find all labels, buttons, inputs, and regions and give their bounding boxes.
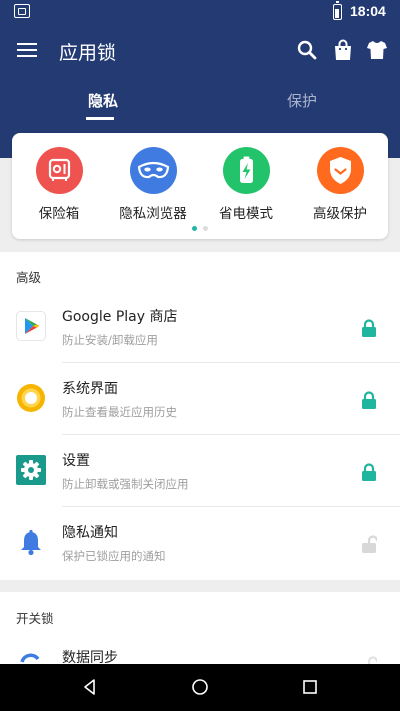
mask-icon (129, 147, 177, 194)
lock-closed-icon[interactable] (361, 319, 377, 337)
feature-private-browser[interactable]: 隐私浏览器 (108, 147, 198, 222)
item-title: 隐私通知 (62, 525, 118, 541)
item-subtitle: 防止查看最近应用历史 (62, 405, 177, 419)
shield-icon (316, 147, 364, 194)
feature-card: 保险箱 隐私浏览器 省电模式 高级保护 (12, 133, 388, 239)
system-ui-icon (16, 383, 46, 413)
feature-label: 省电模式 (219, 206, 273, 222)
active-tab-indicator (86, 117, 114, 120)
section-header: 高级 (16, 270, 42, 285)
feature-label: 高级保护 (313, 206, 367, 222)
divider (62, 362, 400, 363)
list-item[interactable]: 系统界面 防止查看最近应用历史 (0, 364, 400, 436)
search-icon[interactable] (295, 38, 319, 62)
screenshot-icon (14, 4, 30, 18)
navigation-bar (0, 664, 400, 711)
item-title: Google Play 商店 (62, 309, 178, 325)
bell-icon (16, 527, 46, 557)
divider (62, 506, 400, 507)
advanced-section: 高级 Google Play 商店 防止安装/卸载应用 系统界面 防止查看最近应… (0, 252, 400, 580)
feature-power-saving[interactable]: 省电模式 (201, 147, 291, 222)
tab-bar: 隐私 保护 (0, 84, 400, 124)
item-subtitle: 防止卸载或强制关闭应用 (62, 477, 189, 491)
settings-icon (16, 455, 46, 485)
switch-lock-section: 开关锁 数据同步 (0, 592, 400, 664)
item-subtitle: 保护已锁应用的通知 (62, 549, 166, 563)
divider (62, 434, 400, 435)
list-item[interactable]: Google Play 商店 防止安装/卸载应用 (0, 292, 400, 364)
page-title: 应用锁 (59, 42, 117, 64)
battery-icon (333, 1, 342, 20)
lock-closed-icon[interactable] (361, 391, 377, 409)
item-title: 设置 (62, 453, 90, 469)
menu-icon[interactable] (17, 43, 37, 57)
list-item[interactable]: 设置 防止卸载或强制关闭应用 (0, 436, 400, 508)
lock-closed-icon[interactable] (361, 463, 377, 481)
status-bar: 18:04 (0, 0, 400, 24)
shopping-bag-icon[interactable] (331, 38, 355, 62)
section-header: 开关锁 (16, 611, 54, 626)
google-play-icon (16, 311, 46, 341)
list-item[interactable]: 隐私通知 保护已锁应用的通知 (0, 508, 400, 580)
item-subtitle: 防止安装/卸载应用 (62, 333, 158, 347)
recents-icon[interactable] (301, 678, 319, 696)
lock-open-icon[interactable] (361, 656, 379, 664)
page-dot (203, 226, 208, 231)
page-dot-active (192, 226, 197, 231)
battery-bolt-icon (222, 147, 270, 194)
tab-protection[interactable]: 保护 (287, 90, 317, 111)
lock-open-icon[interactable] (361, 535, 379, 553)
feature-advanced-protection[interactable]: 高级保护 (295, 147, 385, 222)
item-title: 系统界面 (62, 381, 118, 397)
sync-icon (16, 650, 46, 664)
status-time: 18:04 (350, 3, 386, 19)
home-icon[interactable] (191, 678, 209, 696)
feature-label: 隐私浏览器 (119, 206, 187, 222)
feature-label: 保险箱 (38, 206, 80, 222)
theme-shirt-icon[interactable] (365, 38, 389, 62)
item-title: 数据同步 (62, 650, 118, 664)
list-item[interactable]: 数据同步 (0, 634, 400, 664)
feature-vault[interactable]: 保险箱 (14, 147, 104, 222)
back-icon[interactable] (81, 678, 99, 696)
tab-privacy[interactable]: 隐私 (88, 90, 118, 111)
safe-icon (35, 147, 83, 194)
